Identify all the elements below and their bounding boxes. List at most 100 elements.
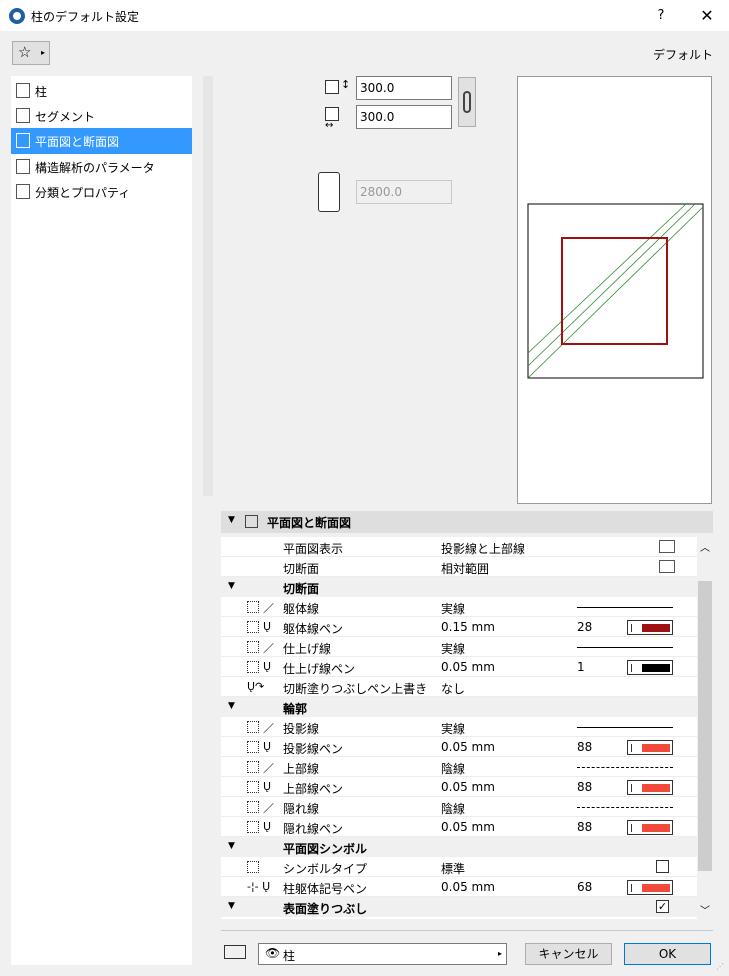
help-button[interactable]: ? [650,5,672,27]
pen-number: 1 [577,660,585,674]
table-scrollbar[interactable]: ︿ ﹀ [697,537,713,919]
core-line-icon [247,601,259,613]
row-value: 実線 [441,722,466,736]
pen-number: 88 [577,820,593,834]
pen-swatch[interactable] [627,780,673,795]
table-row[interactable]: ／ 仕上げ線 実線 [221,637,697,657]
hidden-line-icon [247,801,259,813]
line-type-sample [577,807,673,808]
row-name: 上部線ペン [283,782,344,796]
finish-line-icon [247,641,259,653]
nav-item-label: 構造解析のパラメータ [35,161,155,175]
close-button[interactable]: ✕ [696,5,718,27]
pen-icon: Ų [263,660,272,673]
table-row[interactable]: Ų 仕上げ線ペン 0.05 mm 1 [221,657,697,677]
layer-select[interactable]: 👁 柱 ▸ [258,943,507,965]
pen-swatch[interactable] [627,620,673,635]
default-label: デフォルト [652,48,713,62]
preview-panel [517,76,712,504]
pen-icon: Ų [263,820,272,833]
table-row[interactable]: 切断面 相対範囲 [221,557,697,577]
row-value: なし [441,682,466,696]
line-type-sample [577,727,673,728]
fill-override-icon: Ų↷ [247,680,265,693]
pen-swatch[interactable] [627,740,673,755]
line-icon: ／ [263,602,274,615]
row-name: 仕上げ線 [283,642,332,656]
table-row[interactable]: ／ 躯体線 実線 [221,597,697,617]
height-input[interactable]: 2800.0 [356,180,452,204]
table-row[interactable]: ／ 上部線 陰線 [221,757,697,777]
symbol-checkbox[interactable] [656,860,669,873]
cancel-button[interactable]: キャンセル [525,943,612,965]
table-row[interactable]: Ų 躯体線ペン 0.15 mm 28 [221,617,697,637]
nav-item-label: 分類とプロパティ [35,186,131,200]
depth-icon [325,107,339,121]
pen-icon: Ų [263,620,272,633]
table-row[interactable]: Ų↷ 切断塗りつぶしペン上書き なし [221,677,697,697]
window-title: 柱のデフォルト設定 [31,10,140,24]
group-row[interactable]: ▼ 平面図シンボル [221,837,697,857]
core-pen-icon [247,621,259,633]
row-name: 切断面 [283,562,320,576]
row-name: 平面図表示 [283,542,344,556]
eye-icon: 👁 [265,946,281,960]
collapse-icon: ▼ [228,901,235,911]
chain-link-icon [463,91,471,113]
app-icon [9,8,25,24]
row-name: 切断塗りつぶしペン上書き [283,682,428,696]
table-row[interactable]: 平面図表示 投影線と上部線 [221,537,697,557]
resize-grip-icon[interactable]: ⋰ [716,962,724,971]
row-value: 0.15 mm [441,620,495,634]
collapse-icon: ▼ [228,515,235,525]
segment-icon [16,108,30,123]
ok-button[interactable]: OK [624,943,711,965]
preview-drawing [527,203,704,379]
overhead-pen-icon [247,781,259,793]
row-name: 上部線 [283,762,320,776]
nav-item-structural-analysis[interactable]: 構造解析のパラメータ [11,154,192,180]
width-arrow-icon: ↕ [341,78,351,91]
nav-item-floorplan-section[interactable]: 平面図と断面図 [11,128,192,154]
pen-swatch[interactable] [627,880,673,895]
group-row[interactable]: ▼ 輪郭 [221,697,697,717]
width-input[interactable]: 300.0 [356,76,452,100]
nav-item-label: 柱 [35,85,48,99]
nav-item-classification[interactable]: 分類とプロパティ [11,179,192,205]
nav-item-segment[interactable]: セグメント [11,103,192,129]
scroll-up-icon[interactable]: ︿ [700,539,710,554]
pen-icon: Ų [263,780,272,793]
group-row[interactable]: ▼ 表面塗りつぶし ✓ [221,897,697,917]
nav-item-column[interactable]: 柱 [11,78,192,104]
table-row[interactable]: Ų 隠れ線ペン 0.05 mm 88 [221,817,697,837]
settings-table: 平面図表示 投影線と上部線 切断面 相対範囲 ▼ 切断面 ／ 躯体線 実線 Ų … [221,537,697,919]
surface-fill-checkbox[interactable]: ✓ [656,900,669,913]
table-row[interactable]: ／ 隠れ線 陰線 [221,797,697,817]
row-value: 0.05 mm [441,820,495,834]
section-header[interactable]: ▼ 平面図と断面図 [221,511,713,533]
link-dimensions-button[interactable] [458,77,476,127]
layer-value: 柱 [283,949,296,963]
pen-swatch[interactable] [627,660,673,675]
scroll-down-icon[interactable]: ﹀ [700,902,710,917]
pen-swatch[interactable] [627,820,673,835]
table-row[interactable]: Ų 投影線ペン 0.05 mm 88 [221,737,697,757]
group-name: 表面塗りつぶし [283,902,368,916]
nav-item-label: セグメント [35,110,96,124]
depth-input[interactable]: 300.0 [356,105,452,129]
layer-icon [224,945,246,959]
row-value: 0.05 mm [441,740,495,754]
group-row[interactable]: ▼ 切断面 [221,577,697,597]
scrollbar-thumb[interactable] [698,581,712,871]
row-value: 投影線と上部線 [441,542,526,556]
row-value: 実線 [441,642,466,656]
floorplan-display-icon [659,540,675,553]
table-row[interactable]: ／ 投影線 実線 [221,717,697,737]
table-row[interactable]: Ų 上部線ペン 0.05 mm 88 [221,777,697,797]
star-icon: ☆ [18,43,32,61]
favorites-button[interactable]: ☆ ▸ [12,41,50,65]
symbol-pen-icon: -¦- Ų [247,880,271,893]
table-row[interactable]: シンボルタイプ 標準 [221,857,697,877]
row-value: 陰線 [441,762,466,776]
table-row[interactable]: -¦- Ų 柱躯体記号ペン 0.05 mm 68 [221,877,697,897]
